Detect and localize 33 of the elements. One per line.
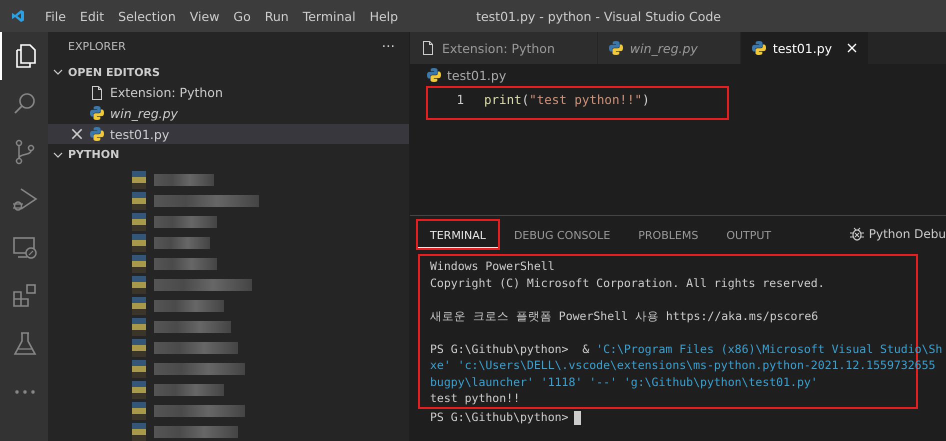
panel-tab[interactable]: DEBUG CONSOLE [500, 218, 624, 250]
line-number: 1 [455, 92, 465, 106]
menu-item[interactable]: Go [226, 8, 258, 24]
editor-tab[interactable]: win_reg.py [598, 32, 741, 64]
terminal-line: 새로운 크로스 플랫폼 PowerShell 사용 https://aka.ms/pscore6 [430, 308, 818, 324]
panel-tab[interactable]: TERMINAL [416, 218, 500, 250]
editor-tab[interactable]: Extension: Python [410, 32, 598, 64]
menu-item[interactable]: Edit [72, 8, 112, 24]
code-line: print("test python!!") [484, 92, 650, 106]
menu-item[interactable]: Selection [111, 8, 183, 24]
more-actions[interactable]: ··· [382, 38, 395, 55]
launch-config[interactable]: Python Debu [868, 227, 946, 241]
menu-item[interactable]: Run [258, 8, 296, 24]
section-header[interactable]: OPEN EDITORS [68, 66, 160, 79]
menu-item[interactable]: Terminal [296, 8, 363, 24]
breadcrumb[interactable]: test01.py [447, 68, 506, 82]
open-editor-item[interactable]: Extension: Python [48, 82, 409, 104]
panel-tab[interactable]: PROBLEMS [624, 218, 712, 250]
menu-item[interactable]: View [182, 8, 226, 24]
window-title: test01.py - python - Visual Studio Code [476, 8, 721, 24]
open-editor-item[interactable]: win_reg.py [48, 103, 409, 124]
editor-tab[interactable]: test01.py [740, 32, 870, 64]
open-editor-item[interactable]: test01.py [48, 124, 409, 144]
section-header[interactable]: PYTHON [68, 148, 120, 162]
sidebar-title: EXPLORER [68, 40, 126, 54]
menu-item[interactable]: File [38, 8, 73, 24]
terminal-line: test python!! [430, 390, 520, 406]
terminal-line: bugpy\launcher' '1118' '--' 'g:\Github\python\test01.py' [430, 374, 818, 390]
terminal-prompt: PS G:\Github\python> [430, 409, 568, 426]
terminal-line: Copyright (C) Microsoft Corporation. All rights reserved. [430, 274, 825, 291]
menu-item[interactable]: Help [362, 8, 406, 24]
panel-tab[interactable]: OUTPUT [712, 218, 786, 250]
terminal-line: Windows PowerShell [430, 258, 555, 274]
